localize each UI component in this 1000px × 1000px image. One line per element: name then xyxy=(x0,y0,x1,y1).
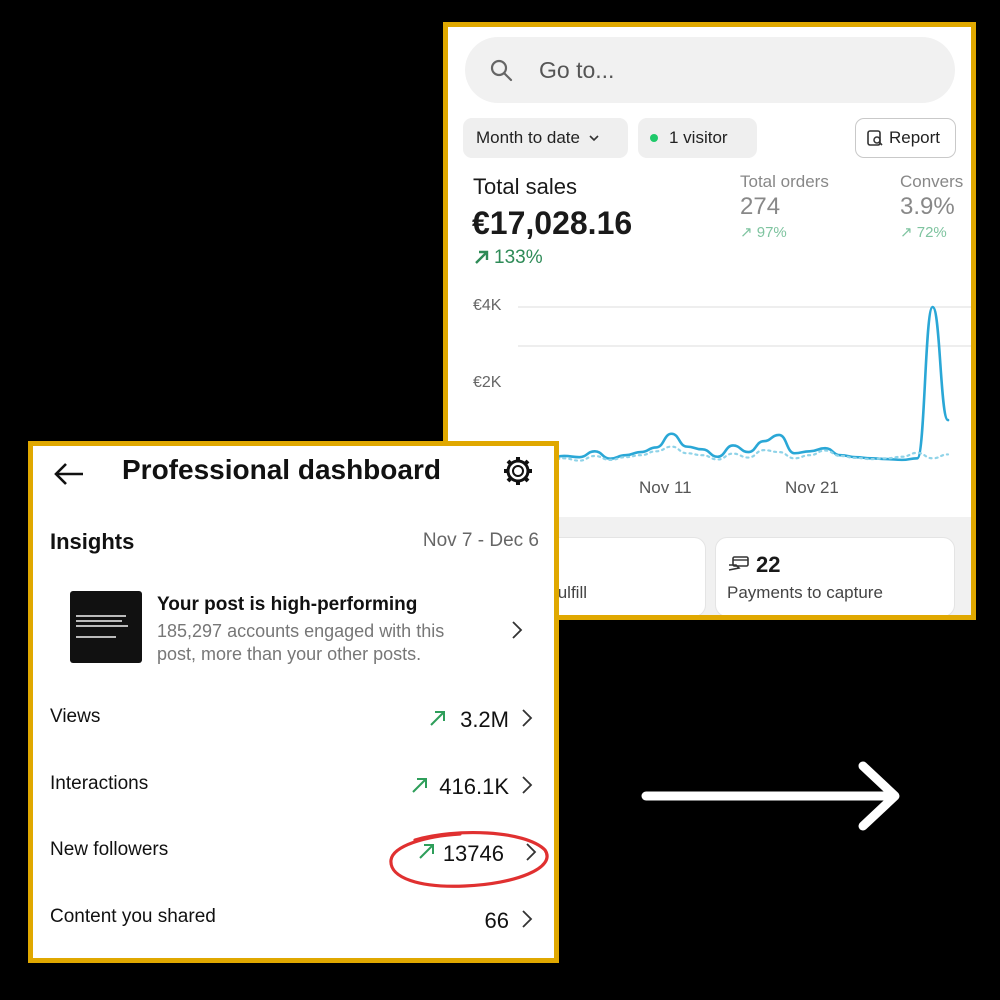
chevron-right-icon[interactable] xyxy=(511,620,523,640)
interactions-value: 416.1K xyxy=(439,774,509,799)
interactions-label: Interactions xyxy=(50,773,149,794)
conversion-value: 3.9% xyxy=(900,193,955,220)
report-button[interactable]: Report xyxy=(855,118,956,158)
conversion-change: ↗ 72% xyxy=(900,224,947,241)
professional-dashboard-panel: Professional dashboard Insights Nov 7 - … xyxy=(28,441,559,963)
new-followers-label: New followers xyxy=(50,839,169,860)
series-line-current xyxy=(516,305,950,462)
search-placeholder: Go to... xyxy=(539,56,615,83)
card-label: Payments to capture xyxy=(727,583,883,602)
post-title: Your post is high-performing xyxy=(157,594,418,615)
x-tick-label: Nov 21 xyxy=(785,478,839,497)
trend-up-icon xyxy=(412,778,427,793)
page-title: Professional dashboard xyxy=(122,454,441,485)
x-tick-label: Nov 11 xyxy=(639,478,692,497)
total-sales-title: Total sales xyxy=(473,174,577,199)
views-value: 3.2M xyxy=(460,707,509,732)
chevron-down-icon xyxy=(589,135,599,142)
arrow-right-icon xyxy=(641,761,900,831)
red-circle-highlight xyxy=(389,830,549,888)
report-label: Report xyxy=(889,128,941,147)
trend-up-icon xyxy=(430,711,445,726)
payments-to-capture-card[interactable]: 22 Payments to capture xyxy=(715,537,955,615)
total-sales-value: €17,028.16 xyxy=(472,205,633,241)
content-shared-label: Content you shared xyxy=(50,906,216,927)
date-filter-button[interactable]: Month to date xyxy=(463,118,628,158)
post-thumbnail[interactable] xyxy=(70,591,142,663)
post-description: 185,297 accounts engaged with this post,… xyxy=(157,621,445,664)
gear-icon[interactable] xyxy=(503,456,533,486)
live-dot-icon xyxy=(650,134,658,142)
conversion-title: Convers xyxy=(900,172,964,191)
views-label: Views xyxy=(50,706,101,727)
visitor-chip[interactable]: 1 visitor xyxy=(638,118,757,158)
total-orders-change: ↗ 97% xyxy=(740,224,787,241)
total-sales-change: 133% xyxy=(494,247,543,268)
total-orders-title: Total orders xyxy=(740,172,829,191)
date-range: Nov 7 - Dec 6 xyxy=(422,530,539,551)
series-line-previous xyxy=(516,445,950,462)
report-icon xyxy=(867,130,883,146)
back-arrow-icon[interactable] xyxy=(53,462,85,486)
search-bar[interactable]: Go to... xyxy=(465,37,955,103)
card-count: 22 xyxy=(756,552,781,577)
date-filter-label: Month to date xyxy=(476,128,580,147)
arrow-up-right-icon xyxy=(475,250,489,264)
total-orders-value: 274 xyxy=(740,193,781,220)
chevron-right-icon[interactable] xyxy=(521,708,533,728)
search-icon xyxy=(490,59,513,82)
chevron-right-icon[interactable] xyxy=(521,775,533,795)
chevron-right-icon[interactable] xyxy=(521,909,533,929)
content-shared-value: 66 xyxy=(484,908,509,933)
insights-heading: Insights xyxy=(50,529,135,554)
payment-card-icon xyxy=(728,556,749,571)
visitor-count: 1 visitor xyxy=(669,128,728,147)
